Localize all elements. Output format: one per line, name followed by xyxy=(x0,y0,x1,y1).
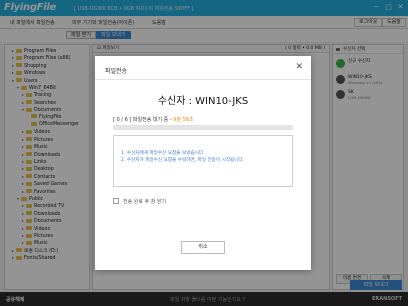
log-line: 1. 수신자에게 파일수신 요청을 보냈습니다. xyxy=(121,151,205,156)
transfer-log: 1. 수신자에게 파일수신 요청을 보냈습니다. 2. 수신자가 파일수신 요청… xyxy=(113,135,293,187)
dialog-title: 파일전송 xyxy=(105,68,128,75)
progress-prefix: [ 0 / 6 ] 파일전송 대기 중 - xyxy=(113,117,174,123)
progress-bar xyxy=(113,125,293,130)
log-line: 2. 수신자가 파일수신 요청을 수락하면, 파일 전송이 시작됩니다. xyxy=(121,158,245,163)
close-after-checkbox[interactable] xyxy=(113,198,119,204)
transfer-dialog: 파일전송 ✕ 수신자 : WIN10-JKS [ 0 / 6 ] 파일전송 대기… xyxy=(95,56,311,270)
divider xyxy=(95,79,311,80)
time-remaining: 9분 56초 xyxy=(173,117,194,123)
cancel-button[interactable]: 취소 xyxy=(181,241,225,254)
progress-status: [ 0 / 6 ] 파일전송 대기 중 - 9분 56초 xyxy=(113,116,194,123)
recipient-label: 수신자 : WIN10-JKS xyxy=(157,96,249,107)
close-icon[interactable]: ✕ xyxy=(295,63,303,72)
close-after-label: 전송 완료 후 창 닫기 xyxy=(123,199,167,205)
close-after-option[interactable]: 전송 완료 후 창 닫기 xyxy=(113,198,166,205)
